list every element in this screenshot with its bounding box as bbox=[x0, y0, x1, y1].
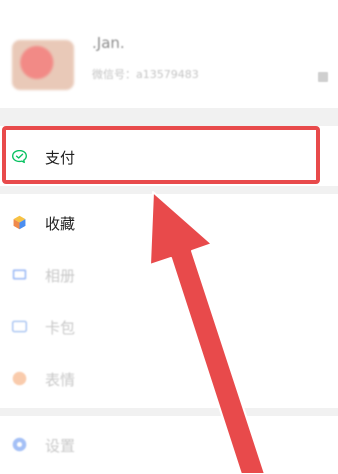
pointer-arrow bbox=[149, 191, 266, 474]
